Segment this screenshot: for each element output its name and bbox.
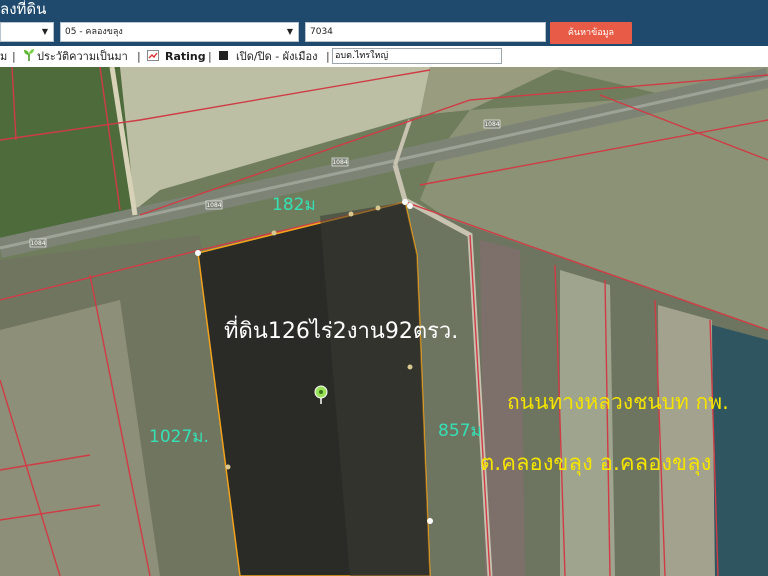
strip-field [658,305,715,576]
toolbar-separator: | [326,50,330,63]
chevron-down-icon: ▼ [286,27,293,36]
header-bar: ลงที่ดิน ▼ 05 - คลองขลุง ▼ 7034 ค้นหาข้อ… [0,0,768,46]
search-button[interactable]: ค้นหาข้อมูล [550,22,632,44]
sprout-icon [24,46,34,67]
pond [712,325,768,576]
top-width-label: 182ม [272,195,316,215]
location-label: ต.คลองขลุง อ.คลองขลุง [480,451,712,476]
district-select[interactable]: 05 - คลองขลุง ▼ [60,22,299,42]
toolbar-separator: | [137,50,141,63]
checkbox-icon[interactable] [219,46,228,67]
province-select[interactable]: ▼ [0,22,54,42]
road-code: 1084 [484,121,499,128]
toolbar-text-field[interactable]: อบต.ไทรใหญ่ [332,48,502,64]
parcel-number-value: 7034 [310,27,333,37]
toolbar-rating[interactable]: Rating [165,46,206,67]
right-length-label: 857ม [438,421,482,441]
toolbar-history[interactable]: ประวัติความเป็นมา [37,46,128,67]
toolbar-separator: | [12,50,16,63]
road-code: 1084 [30,240,45,247]
toolbar-separator: | [208,50,212,63]
parcel-number-input[interactable]: 7034 [305,22,546,42]
chart-icon [147,46,159,67]
road-code: 1084 [206,202,221,209]
left-length-label: 1027ม. [149,427,209,447]
road-name-label: ถนนทางหลวงชนบท กพ. [507,390,729,414]
chevron-down-icon: ▼ [41,27,48,36]
toolbar-toggle-plan[interactable]: เปิด/ปิด - ผังเมือง [236,46,318,67]
district-select-value: 05 - คลองขลุง [65,27,123,37]
toolbar-item-partial[interactable]: ม [0,46,7,67]
page-title: ลงที่ดิน [0,0,47,18]
satellite-map[interactable]: 1084 1084 1084 1084 182ม ที่ดิน126ไร่2งา… [0,67,768,576]
road-code: 1084 [332,159,347,166]
area-label: ที่ดิน126ไร่2งาน92ตรว. [224,319,459,344]
